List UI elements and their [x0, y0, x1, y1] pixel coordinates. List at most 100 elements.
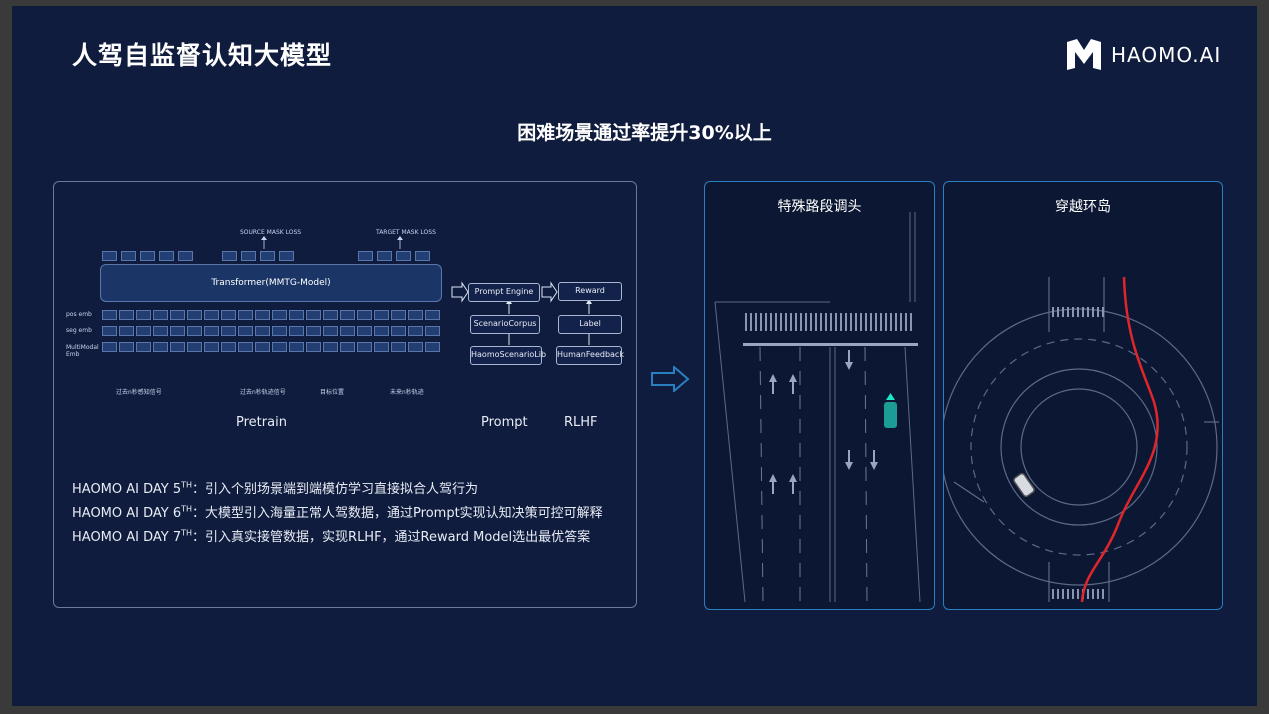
roundabout-road-map: [944, 276, 1219, 603]
scenario-lib-box: HaomoScenarioLib: [470, 346, 546, 365]
output-token: [140, 251, 155, 261]
flow-arrow-icon: [651, 366, 690, 392]
embedding-token: [170, 342, 185, 352]
group-past-label: 过去n秒感知信号: [116, 389, 162, 396]
embedding-token: [102, 310, 117, 320]
label-box: Label: [558, 315, 622, 334]
scenario-corpus-box: ScenarioCorpus: [470, 315, 540, 334]
embedding-token: [153, 310, 168, 320]
embedding-token: [391, 326, 406, 336]
output-token: [159, 251, 174, 261]
embedding-token: [272, 310, 287, 320]
embedding-token: [391, 342, 406, 352]
seg-emb-label: seg emb: [66, 327, 92, 334]
embedding-token: [374, 326, 389, 336]
pos-emb-label: pos emb: [66, 311, 92, 318]
output-token: [178, 251, 193, 261]
embedding-token: [170, 310, 185, 320]
brand-name: HAOMO.AI: [1111, 43, 1222, 67]
embedding-token: [170, 326, 185, 336]
transformer-label: Transformer(MMTG-Model): [211, 278, 331, 288]
embedding-token: [221, 326, 236, 336]
embedding-token: [136, 326, 151, 336]
embedding-token: [289, 310, 304, 320]
page-title: 人驾自监督认知大模型: [72, 41, 333, 70]
slide: 人驾自监督认知大模型 HAOMO.AI 困难场景通过率提升30%以上 SOURC…: [12, 6, 1257, 706]
output-token: [415, 251, 430, 261]
embedding-token: [204, 342, 219, 352]
group-future-label: 未来n秒轨迹: [390, 389, 424, 396]
rlhf-label: RLHF: [564, 415, 598, 430]
embedding-token: [374, 342, 389, 352]
output-token: [102, 251, 117, 261]
embedding-rows: [102, 310, 442, 370]
note-day7: HAOMO AI DAY 7TH：引入真实接管数据，实现RLHF，通过Rewar…: [72, 528, 591, 545]
embedding-token: [340, 310, 355, 320]
embedding-token: [425, 310, 440, 320]
embedding-token: [357, 310, 372, 320]
embedding-token: [136, 310, 151, 320]
embedding-token: [306, 342, 321, 352]
embedding-token: [102, 342, 117, 352]
output-token: [121, 251, 136, 261]
model-diagram-panel: SOURCE MASK LOSS TARGET MASK LOSS Transf…: [53, 181, 637, 608]
embedding-token: [187, 342, 202, 352]
embedding-token: [255, 326, 270, 336]
pretrain-label: Pretrain: [236, 415, 287, 430]
multimodal-emb-label: MultiModal Emb: [66, 344, 99, 358]
embedding-token: [323, 326, 338, 336]
embedding-token: [102, 326, 117, 336]
embedding-token: [153, 342, 168, 352]
embedding-token: [425, 326, 440, 336]
embedding-token: [391, 310, 406, 320]
embedding-token: [374, 310, 389, 320]
roundabout-panel: 穿越环岛: [943, 181, 1223, 610]
embedding-token: [187, 310, 202, 320]
output-token: [279, 251, 294, 261]
embedding-token: [357, 342, 372, 352]
embedding-token: [119, 310, 134, 320]
embedding-token: [306, 326, 321, 336]
embedding-token: [153, 326, 168, 336]
group-traj-label: 过去n秒轨迹信号: [240, 389, 286, 396]
reward-box: Reward: [558, 282, 622, 301]
embedding-token: [323, 310, 338, 320]
prompt-label: Prompt: [481, 415, 528, 430]
output-token: [260, 251, 275, 261]
embedding-token: [255, 310, 270, 320]
output-token-row: [102, 251, 442, 261]
note-day5: HAOMO AI DAY 5TH：引入个别场景端到端模仿学习直接拟合人驾行为: [72, 480, 479, 497]
embedding-token: [204, 310, 219, 320]
embedding-token: [238, 310, 253, 320]
embedding-token: [289, 342, 304, 352]
embedding-token: [408, 310, 423, 320]
embedding-token: [119, 326, 134, 336]
embedding-token: [323, 342, 338, 352]
embedding-token: [357, 326, 372, 336]
embedding-token: [425, 342, 440, 352]
output-token: [358, 251, 373, 261]
u-turn-road-map: [714, 212, 921, 603]
headline: 困难场景通过率提升30%以上: [517, 122, 772, 144]
embedding-token: [187, 326, 202, 336]
embedding-token: [289, 326, 304, 336]
embedding-token: [221, 342, 236, 352]
brand-logo: HAOMO.AI: [1065, 38, 1221, 72]
output-token: [222, 251, 237, 261]
output-token: [377, 251, 392, 261]
embedding-token: [408, 326, 423, 336]
embedding-token: [340, 326, 355, 336]
embedding-token: [340, 342, 355, 352]
output-token: [241, 251, 256, 261]
embedding-token: [136, 342, 151, 352]
haomo-logo-icon: [1067, 39, 1101, 70]
note-day6: HAOMO AI DAY 6TH：大模型引入海量正常人驾数据，通过Prompt实…: [72, 504, 603, 521]
embedding-token: [204, 326, 219, 336]
embedding-token: [306, 310, 321, 320]
embedding-token: [238, 326, 253, 336]
embedding-token: [119, 342, 134, 352]
prompt-engine-box: Prompt Engine: [468, 283, 540, 302]
group-goal-label: 目标位置: [320, 389, 345, 396]
embedding-token: [272, 342, 287, 352]
embedding-token: [255, 342, 270, 352]
